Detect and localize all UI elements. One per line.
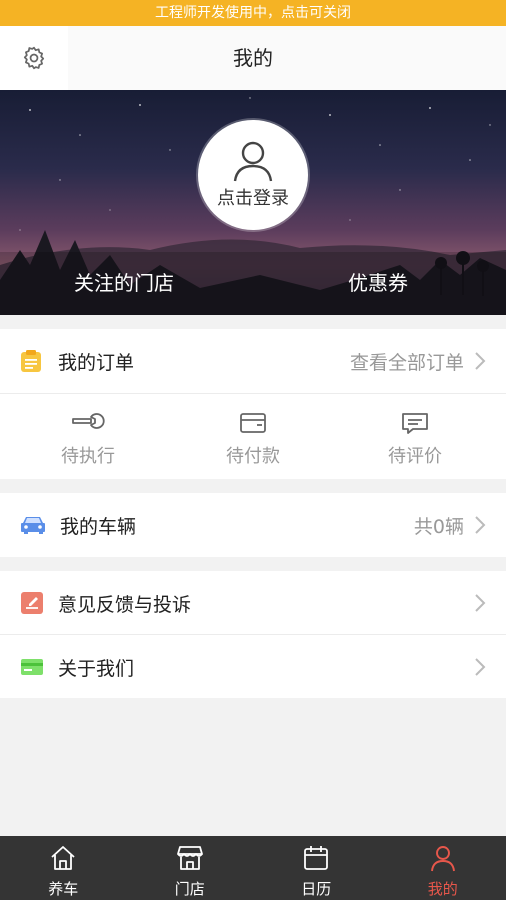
coupons-link[interactable]: 优惠券	[348, 252, 408, 315]
status-label: 待付款	[226, 446, 280, 467]
gear-icon	[23, 46, 45, 70]
misc-card: 意见反馈与投诉 关于我们	[0, 571, 506, 698]
chevron-right-icon	[475, 658, 486, 676]
tab-stores[interactable]: 门店	[127, 836, 254, 900]
tab-mine[interactable]: 我的	[380, 836, 506, 900]
profile-hero: 点击登录 关注的门店 优惠券	[0, 90, 506, 315]
tab-label: 日历	[301, 880, 332, 898]
vehicles-card: 我的车辆 共0辆	[0, 493, 506, 557]
nav-bar: 我的	[0, 26, 506, 90]
feedback-edit-icon	[21, 592, 43, 614]
login-label: 点击登录	[217, 188, 289, 209]
wallet-icon	[240, 413, 266, 433]
chevron-right-icon	[475, 594, 486, 612]
my-orders-label: 我的订单	[58, 351, 135, 374]
about-us-row[interactable]: 关于我们	[0, 635, 506, 699]
about-us-label: 关于我们	[58, 657, 135, 680]
hero-links-strip: 关注的门店 优惠券	[0, 252, 506, 315]
login-avatar-button[interactable]: 点击登录	[198, 120, 308, 230]
calendar-icon	[304, 846, 329, 870]
user-outline-icon	[233, 141, 273, 182]
status-label: 待评价	[388, 446, 442, 467]
chevron-right-icon	[475, 516, 486, 534]
orders-card: 我的订单 查看全部订单 待执行 待付款 待评价	[0, 329, 506, 479]
followed-stores-link[interactable]: 关注的门店	[74, 252, 174, 315]
store-icon	[176, 846, 203, 870]
my-vehicles-row[interactable]: 我的车辆 共0辆	[0, 493, 506, 557]
tab-label: 我的	[427, 880, 458, 898]
status-pending-payment[interactable]: 待付款	[169, 394, 337, 480]
tab-label: 门店	[174, 880, 205, 898]
tab-label: 养车	[48, 880, 79, 898]
status-pending-review[interactable]: 待评价	[331, 394, 499, 480]
info-card-icon	[21, 659, 43, 675]
page-title: 我的	[233, 46, 273, 70]
car-icon	[21, 517, 45, 534]
home-icon	[51, 846, 75, 870]
clipboard-icon	[21, 350, 41, 372]
order-status-row: 待执行 待付款 待评价	[0, 394, 506, 480]
feedback-row[interactable]: 意见反馈与投诉	[0, 571, 506, 635]
my-orders-row[interactable]: 我的订单 查看全部订单	[0, 329, 506, 393]
bottom-tab-bar: 养车 门店 日历 我的	[0, 836, 506, 900]
dev-banner[interactable]: 工程师开发使用中，点击可关闭	[0, 0, 506, 26]
my-vehicles-label: 我的车辆	[60, 515, 137, 538]
feedback-label: 意见反馈与投诉	[58, 593, 192, 616]
chevron-right-icon	[475, 352, 486, 370]
view-all-orders-link[interactable]: 查看全部订单	[350, 348, 464, 375]
wrench-icon	[72, 413, 105, 429]
user-icon	[430, 846, 455, 872]
status-label: 待执行	[61, 446, 115, 467]
vehicle-count: 共0辆	[413, 515, 464, 538]
tab-car-care[interactable]: 养车	[0, 836, 127, 900]
comment-icon	[402, 413, 428, 434]
settings-button[interactable]	[0, 26, 68, 90]
tab-calendar[interactable]: 日历	[253, 836, 380, 900]
status-pending-execution[interactable]: 待执行	[4, 394, 172, 480]
